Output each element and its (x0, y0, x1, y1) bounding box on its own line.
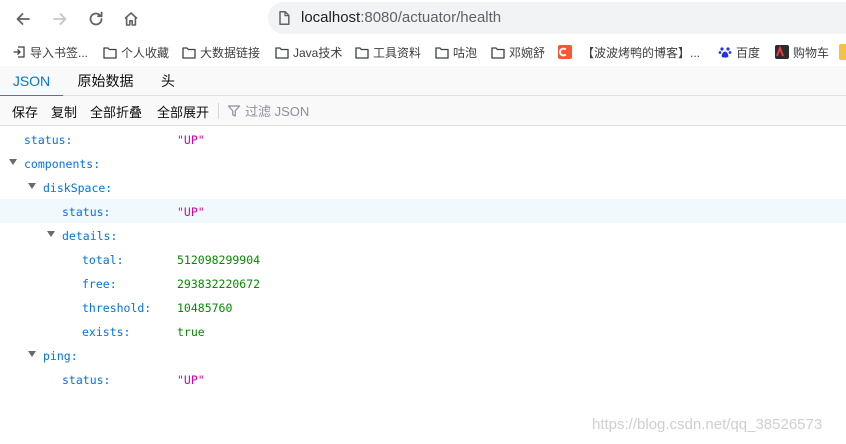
bookmark-label: 咕泡 (453, 45, 478, 60)
tab-json[interactable]: JSON (0, 66, 63, 97)
bookmark-baidu[interactable]: 百度 (718, 43, 760, 61)
expand-toggle-icon[interactable] (9, 159, 17, 165)
json-tree-row[interactable]: free: 293832220672 (0, 271, 846, 295)
reload-button[interactable] (83, 6, 109, 32)
json-toolbar: 保存 复制 全部折叠 全部展开 过滤 JSON (0, 96, 846, 126)
json-key: status: (62, 205, 111, 219)
home-icon (124, 12, 138, 26)
json-tree-row[interactable]: status: "UP" (0, 367, 846, 391)
back-button[interactable] (10, 6, 36, 32)
json-tree-row[interactable]: total: 512098299904 (0, 247, 846, 271)
json-tree-row[interactable]: status: "UP" (0, 127, 846, 151)
folder-icon (355, 46, 369, 59)
json-value: true (177, 325, 205, 339)
expand-toggle-icon[interactable] (28, 351, 36, 357)
json-tree-row[interactable]: threshold: 10485760 (0, 295, 846, 319)
json-tree-row[interactable]: components: (0, 151, 846, 175)
url-path: :8080/actuator/health (360, 9, 502, 26)
url-host: localhost (301, 9, 361, 26)
bookmark-folder[interactable]: 个人收藏 (103, 43, 169, 61)
tab-raw-data[interactable]: 原始数据 (63, 66, 148, 96)
folder-icon (275, 46, 289, 59)
collapse-all-button[interactable]: 全部折叠 (90, 102, 142, 121)
bookmark-import[interactable]: 导入书签... (12, 43, 88, 61)
json-key: threshold: (82, 301, 152, 315)
json-tree-row[interactable]: exists: true (0, 319, 846, 343)
json-key: status: (24, 133, 73, 147)
baidu-icon (718, 47, 732, 58)
bookmark-label: 个人收藏 (121, 45, 170, 60)
bookmark-folder[interactable]: 邓婉舒 (491, 43, 545, 61)
json-tree-row[interactable]: diskSpace: (0, 175, 846, 199)
json-key: status: (62, 373, 111, 387)
page-info-icon[interactable] (276, 10, 292, 26)
copy-button[interactable]: 复制 (51, 102, 77, 121)
json-viewer-tabs: JSON 原始数据 头 (0, 66, 846, 97)
expand-all-button[interactable]: 全部展开 (157, 102, 209, 121)
folder-icon (103, 46, 117, 59)
json-tree: status: "UP" components: diskSpace: status: "… (0, 127, 846, 407)
arrow-left-icon (16, 13, 30, 25)
bookmark-label: Java技术 (293, 45, 343, 60)
forward-button[interactable] (47, 6, 73, 32)
address-bar[interactable]: localhost:8080/actuator/health (268, 2, 846, 34)
json-key: diskSpace: (43, 181, 113, 195)
import-icon (13, 46, 25, 58)
csdn-icon (558, 45, 572, 59)
json-value: "UP" (177, 133, 205, 147)
bookmark-csdn-blog[interactable]: 【波波烤鸭的博客】... (558, 43, 700, 61)
bookmark-overflow-icon[interactable] (839, 44, 846, 60)
bookmark-folder[interactable]: Java技术 (275, 43, 342, 61)
bookmark-label: 百度 (736, 45, 761, 60)
json-key: exists: (82, 325, 131, 339)
arrow-right-icon (53, 13, 67, 25)
watermark: https://blog.csdn.net/qq_38526573 (592, 416, 823, 433)
json-value: "UP" (177, 205, 205, 219)
filter-json-input[interactable]: 过滤 JSON (227, 101, 309, 120)
json-key: free: (82, 277, 117, 291)
json-key: components: (24, 157, 101, 171)
bookmark-folder[interactable]: 工具资料 (355, 43, 421, 61)
bookmark-folder[interactable]: 咕泡 (435, 43, 477, 61)
tab-headers[interactable]: 头 (148, 66, 188, 96)
bookmark-label: 购物车 (793, 45, 830, 60)
json-key: total: (82, 253, 124, 267)
bookmarks-bar: 导入书签... 个人收藏 大数据链接 Java技术 工具资料 咕泡 邓婉舒 【波… (0, 38, 846, 66)
expand-toggle-icon[interactable] (28, 183, 36, 189)
bookmark-cart[interactable]: 购物车 (775, 43, 829, 61)
toolbar-divider (218, 103, 219, 119)
bookmark-label: 工具资料 (373, 45, 422, 60)
bookmark-label: 【波波烤鸭的博客】... (582, 45, 701, 60)
folder-icon (491, 46, 505, 59)
json-key: ping: (43, 349, 78, 363)
cart-icon (775, 45, 789, 59)
save-button[interactable]: 保存 (12, 102, 38, 121)
bookmark-label: 导入书签... (30, 45, 89, 60)
url-text[interactable]: localhost:8080/actuator/health (301, 9, 501, 26)
json-tree-row[interactable]: status: "UP" (0, 199, 846, 223)
json-value: 10485760 (177, 301, 233, 315)
browser-toolbar: localhost:8080/actuator/health (0, 0, 846, 38)
expand-toggle-icon[interactable] (47, 231, 55, 237)
bookmark-label: 邓婉舒 (509, 45, 546, 60)
json-tree-row[interactable]: details: (0, 223, 846, 247)
bookmark-label: 大数据链接 (200, 45, 261, 60)
filter-icon (227, 104, 241, 117)
json-value: "UP" (177, 373, 205, 387)
json-key: details: (62, 229, 118, 243)
bookmark-folder[interactable]: 大数据链接 (182, 43, 260, 61)
folder-icon (182, 46, 196, 59)
folder-icon (435, 46, 449, 59)
reload-icon (89, 11, 103, 26)
home-button[interactable] (118, 6, 144, 32)
json-tree-row[interactable]: ping: (0, 343, 846, 367)
json-value: 293832220672 (177, 277, 261, 291)
filter-placeholder: 过滤 JSON (245, 104, 310, 119)
json-value: 512098299904 (177, 253, 261, 267)
